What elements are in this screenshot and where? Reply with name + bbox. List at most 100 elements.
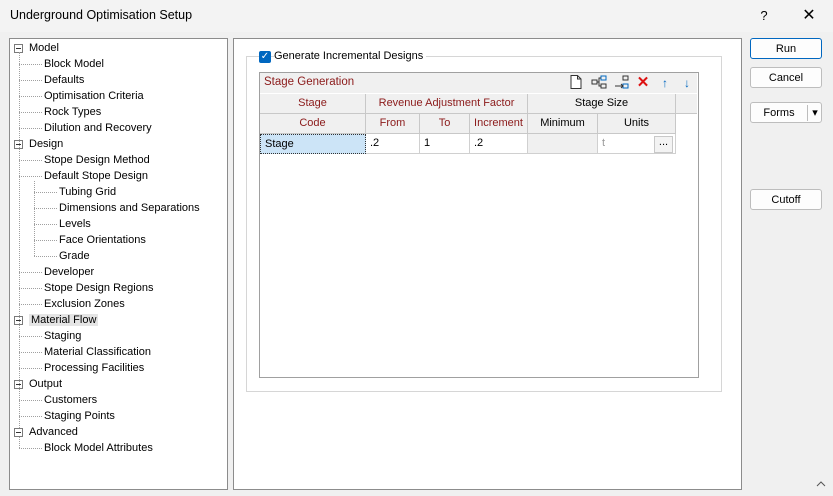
tree-item-optimisation-criteria[interactable]: Optimisation Criteria: [44, 88, 144, 104]
delete-row-icon[interactable]: ✕: [635, 75, 651, 91]
tree-item-label: Block Model Attributes: [44, 442, 153, 454]
navigation-tree: Model Block Model Defaults Optimisation Cri…: [9, 38, 228, 490]
tree-item-label: Processing Facilities: [44, 362, 145, 374]
tree-connector: [19, 416, 42, 417]
tree-item-staging[interactable]: Staging: [44, 328, 81, 344]
tree-connector: [34, 192, 57, 193]
tree-item-label: Dilution and Recovery: [44, 122, 152, 134]
tree-item-label: Levels: [59, 218, 91, 230]
forms-button[interactable]: Forms ▾: [750, 102, 822, 123]
cell-increment[interactable]: .2: [470, 134, 528, 154]
tree-item-exclusion-zones[interactable]: Exclusion Zones: [44, 296, 125, 312]
tree-connector: [34, 256, 57, 257]
tree-item-output[interactable]: Output: [29, 376, 62, 392]
tree-connector: [34, 208, 57, 209]
header-stage: Stage: [260, 94, 366, 114]
tree-item-label: Material Classification: [44, 346, 151, 358]
window-title: Underground Optimisation Setup: [10, 8, 193, 22]
tree-item-rock-types[interactable]: Rock Types: [44, 104, 101, 120]
insert-row-icon[interactable]: [591, 75, 607, 91]
move-up-icon[interactable]: ↑: [657, 75, 673, 91]
header-stage-size: Stage Size: [528, 94, 676, 114]
tree-item-processing-facilities[interactable]: Processing Facilities: [44, 360, 144, 376]
cell-units[interactable]: t ...: [598, 134, 676, 154]
tree-connector: [19, 96, 42, 97]
tree-item-label: Staging Points: [44, 410, 115, 422]
cutoff-button[interactable]: Cutoff: [750, 189, 822, 210]
cell-to[interactable]: 1: [420, 134, 470, 154]
tree-item-label: Default Stope Design: [44, 170, 148, 182]
header-filler: [676, 94, 697, 114]
collapse-toggle-icon[interactable]: [14, 428, 23, 437]
tree-item-staging-points[interactable]: Staging Points: [44, 408, 115, 424]
chevron-down-icon[interactable]: ▾: [809, 103, 821, 123]
tree-item-label: Dimensions and Separations: [59, 202, 200, 214]
tree-item-default-stope-design[interactable]: Default Stope Design: [44, 168, 148, 184]
tree-item-stope-design-method[interactable]: Stope Design Method: [44, 152, 150, 168]
tree-item-label: Block Model: [44, 58, 104, 70]
tree-item-defaults[interactable]: Defaults: [44, 72, 84, 88]
move-down-icon[interactable]: ↓: [679, 75, 695, 91]
header-to: To: [420, 114, 470, 134]
tree-item-material-flow[interactable]: Material Flow: [29, 312, 99, 328]
help-button[interactable]: ?: [752, 5, 776, 27]
tree-item-label: Advanced: [29, 426, 78, 438]
tree-item-label: Rock Types: [44, 106, 102, 118]
tree-connector: [19, 352, 42, 353]
append-row-icon[interactable]: [613, 75, 629, 91]
tree-item-label: Stope Design Method: [44, 154, 150, 166]
chevron-up-icon: [815, 478, 827, 490]
tree-connector: [34, 224, 57, 225]
tree-item-model[interactable]: Model: [29, 40, 59, 56]
tree-item-grade[interactable]: Grade: [59, 248, 90, 264]
tree-item-label: Tubing Grid: [59, 186, 117, 198]
tree-item-design[interactable]: Design: [29, 136, 63, 152]
tree-item-label: Output: [29, 378, 63, 390]
new-row-icon[interactable]: [568, 75, 584, 91]
tree-item-label: Customers: [44, 394, 98, 406]
cancel-button[interactable]: Cancel: [750, 67, 822, 88]
tree-connector: [19, 272, 42, 273]
tree-item-label: Optimisation Criteria: [44, 90, 144, 102]
tree-item-dilution-and-recovery[interactable]: Dilution and Recovery: [44, 120, 152, 136]
tree-item-label: Exclusion Zones: [44, 298, 125, 310]
tree-item-customers[interactable]: Customers: [44, 392, 97, 408]
tree-connector: [19, 336, 42, 337]
close-button[interactable]: ✕: [796, 5, 822, 27]
tree-connector: [19, 52, 20, 428]
units-browse-button[interactable]: ...: [654, 136, 673, 153]
tree-item-label: Staging: [44, 330, 82, 342]
tree-item-block-model[interactable]: Block Model: [44, 56, 104, 72]
tree-item-levels[interactable]: Levels: [59, 216, 91, 232]
tree-item-tubing-grid[interactable]: Tubing Grid: [59, 184, 116, 200]
tree-connector: [19, 64, 42, 65]
generate-incremental-designs-checkbox[interactable]: ✓: [259, 51, 271, 63]
tree-item-face-orientations[interactable]: Face Orientations: [59, 232, 146, 248]
tree-item-material-classification[interactable]: Material Classification: [44, 344, 151, 360]
header-minimum: Minimum: [528, 114, 598, 134]
tree-connector: [19, 160, 42, 161]
cell-minimum: [528, 134, 598, 154]
tree-item-advanced[interactable]: Advanced: [29, 424, 78, 440]
run-button[interactable]: Run: [750, 38, 822, 59]
generate-incremental-designs-label: Generate Incremental Designs: [274, 50, 427, 62]
tree-connector: [19, 368, 42, 369]
cell-code[interactable]: Stage: [260, 134, 366, 154]
tree-item-label: Design: [29, 138, 64, 150]
tree-connector: [19, 400, 42, 401]
tree-item-label: Material Flow: [29, 314, 99, 326]
tree-item-dimensions-and-separations[interactable]: Dimensions and Separations: [59, 200, 200, 216]
tree-item-label: Stope Design Regions: [44, 282, 154, 294]
tree-item-label: Developer: [44, 266, 95, 278]
tree-item-stope-design-regions[interactable]: Stope Design Regions: [44, 280, 153, 296]
tree-connector: [19, 288, 42, 289]
cell-from[interactable]: .2: [366, 134, 420, 154]
forms-label: Forms: [763, 107, 795, 119]
tree-item-label: Model: [29, 42, 59, 54]
header-units: Units: [598, 114, 676, 134]
tree-item-developer[interactable]: Developer: [44, 264, 94, 280]
cell-units-value: t: [602, 137, 606, 149]
tree-connector: [19, 176, 42, 177]
tree-item-block-model-attributes[interactable]: Block Model Attributes: [44, 440, 153, 456]
tree-connector: [19, 437, 20, 448]
